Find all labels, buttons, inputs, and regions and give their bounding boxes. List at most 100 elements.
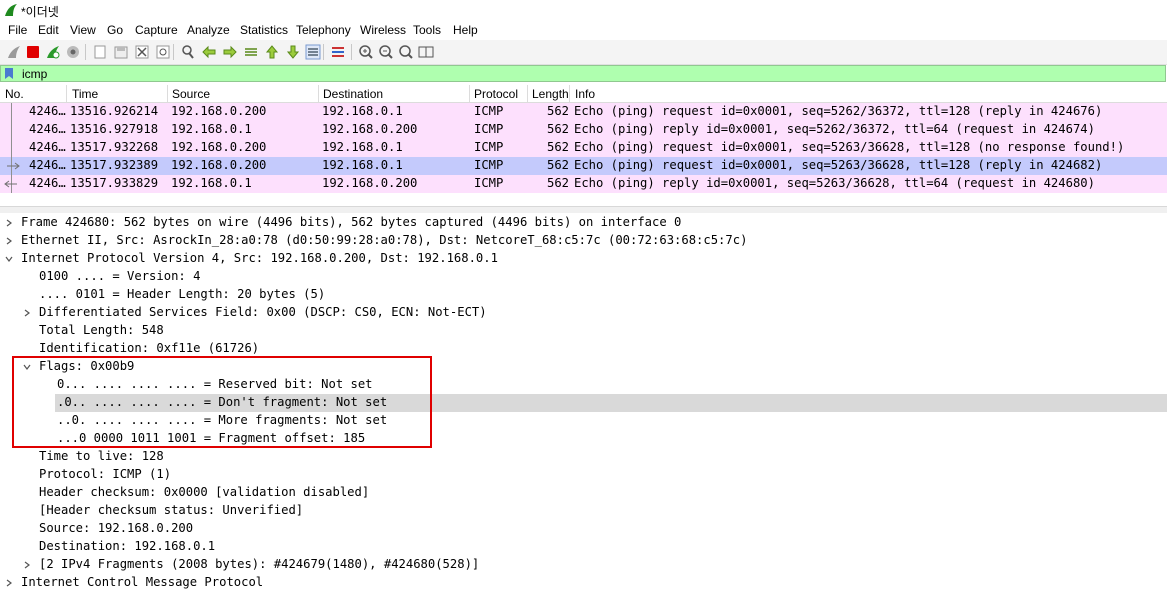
menu-go[interactable]: Go: [107, 23, 123, 37]
menu-wireless[interactable]: Wireless: [360, 23, 406, 37]
packet-row[interactable]: 4246… 13517.932268 192.168.0.200 192.168.0.…: [0, 139, 1167, 157]
column-separator[interactable]: [318, 85, 319, 102]
detail-row[interactable]: [2 IPv4 Fragments (2008 bytes): #424679(…: [0, 556, 1167, 574]
detail-row[interactable]: Protocol: ICMP (1): [0, 466, 1167, 484]
menu-help[interactable]: Help: [453, 23, 478, 37]
menu-tools[interactable]: Tools: [413, 23, 441, 37]
column-header-length[interactable]: Length: [532, 87, 569, 101]
go-first-icon[interactable]: [264, 44, 280, 60]
close-file-icon[interactable]: [134, 44, 150, 60]
zoom-normal-icon[interactable]: [398, 44, 414, 60]
toolbar-separator: [173, 44, 174, 60]
collapsed-chevron-icon[interactable]: [23, 561, 31, 569]
column-separator[interactable]: [527, 85, 528, 102]
detail-row[interactable]: ..0. .... .... .... = More fragments: No…: [0, 412, 1167, 430]
packet-length: 562: [546, 140, 569, 154]
detail-text: 0... .... .... .... = Reserved bit: Not …: [57, 377, 373, 391]
column-header-time[interactable]: Time: [72, 87, 98, 101]
detail-row[interactable]: Source: 192.168.0.200: [0, 520, 1167, 538]
menu-edit[interactable]: Edit: [38, 23, 59, 37]
reload-file-icon[interactable]: [155, 44, 171, 60]
detail-text: 0100 .... = Version: 4: [39, 269, 201, 283]
collapsed-chevron-icon[interactable]: [5, 219, 13, 227]
detail-row[interactable]: Flags: 0x00b9: [0, 358, 1167, 376]
detail-row[interactable]: Identification: 0xf11e (61726): [0, 340, 1167, 358]
request-arrow-icon: [7, 162, 20, 170]
packet-info: Echo (ping) request id=0x0001, seq=5263/…: [574, 158, 1103, 172]
detail-row[interactable]: Frame 424680: 562 bytes on wire (4496 bi…: [0, 214, 1167, 232]
detail-row[interactable]: 0100 .... = Version: 4: [0, 268, 1167, 286]
toolbar-separator: [85, 44, 86, 60]
detail-row[interactable]: Internet Protocol Version 4, Src: 192.16…: [0, 250, 1167, 268]
detail-row[interactable]: .0.. .... .... .... = Don't fragment: No…: [55, 394, 1167, 412]
detail-text: [Header checksum status: Unverified]: [39, 503, 304, 517]
column-separator[interactable]: [469, 85, 470, 102]
column-header-source[interactable]: Source: [172, 87, 210, 101]
column-separator[interactable]: [569, 85, 570, 102]
shark-fin-start-icon[interactable]: [6, 44, 22, 60]
menu-view[interactable]: View: [70, 23, 96, 37]
capture-options-icon[interactable]: [65, 44, 81, 60]
menu-statistics[interactable]: Statistics: [240, 23, 288, 37]
column-header-destination[interactable]: Destination: [323, 87, 383, 101]
column-separator[interactable]: [66, 85, 67, 102]
collapsed-chevron-icon[interactable]: [5, 237, 13, 245]
display-filter-bar[interactable]: icmp: [0, 65, 1166, 82]
detail-row[interactable]: .... 0101 = Header Length: 20 bytes (5): [0, 286, 1167, 304]
zoom-out-icon[interactable]: [378, 44, 394, 60]
restart-capture-icon[interactable]: [45, 44, 61, 60]
packet-length: 562: [546, 104, 569, 118]
go-back-icon[interactable]: [201, 44, 217, 60]
detail-text: Destination: 192.168.0.1: [39, 539, 216, 553]
packet-source: 192.168.0.200: [171, 158, 267, 172]
go-last-icon[interactable]: [285, 44, 301, 60]
packet-source: 192.168.0.200: [171, 140, 267, 154]
menu-file[interactable]: File: [8, 23, 27, 37]
detail-text: Identification: 0xf11e (61726): [39, 341, 260, 355]
detail-row[interactable]: 0... .... .... .... = Reserved bit: Not …: [0, 376, 1167, 394]
detail-row[interactable]: Internet Control Message Protocol: [0, 574, 1167, 592]
detail-row[interactable]: Differentiated Services Field: 0x00 (DSC…: [0, 304, 1167, 322]
detail-text: Flags: 0x00b9: [39, 359, 135, 373]
detail-row[interactable]: Destination: 192.168.0.1: [0, 538, 1167, 556]
colorize-icon[interactable]: [330, 44, 346, 60]
packet-row[interactable]: 4246… 13517.933829 192.168.0.1 192.168.0.20…: [0, 175, 1167, 193]
detail-row[interactable]: Time to live: 128: [0, 448, 1167, 466]
zoom-in-icon[interactable]: [358, 44, 374, 60]
find-packet-icon[interactable]: [180, 44, 196, 60]
stop-capture-icon[interactable]: [25, 44, 41, 60]
display-filter-input[interactable]: icmp: [22, 67, 47, 81]
menu-capture[interactable]: Capture: [135, 23, 178, 37]
menu-telephony[interactable]: Telephony: [296, 23, 351, 37]
go-forward-icon[interactable]: [222, 44, 238, 60]
save-file-icon[interactable]: [113, 44, 129, 60]
open-file-icon[interactable]: [92, 44, 108, 60]
column-header-protocol[interactable]: Protocol: [474, 87, 518, 101]
menu-analyze[interactable]: Analyze: [187, 23, 230, 37]
autoscroll-icon[interactable]: [305, 44, 321, 60]
detail-row[interactable]: Ethernet II, Src: AsrockIn_28:a0:78 (d0:…: [0, 232, 1167, 250]
expanded-chevron-icon[interactable]: [23, 363, 31, 371]
toolbar-separator: [351, 44, 352, 60]
packet-row[interactable]: 4246… 13516.927918 192.168.0.1 192.168.0.20…: [0, 121, 1167, 139]
detail-text: Ethernet II, Src: AsrockIn_28:a0:78 (d0:…: [21, 233, 748, 247]
detail-row[interactable]: [Header checksum status: Unverified]: [0, 502, 1167, 520]
packet-row[interactable]: 4246… 13516.926214 192.168.0.200 192.168.0.…: [0, 103, 1167, 121]
detail-row[interactable]: Header checksum: 0x0000 [validation disa…: [0, 484, 1167, 502]
collapsed-chevron-icon[interactable]: [5, 579, 13, 587]
detail-row[interactable]: Total Length: 548: [0, 322, 1167, 340]
bookmark-icon[interactable]: [5, 68, 13, 79]
column-separator[interactable]: [167, 85, 168, 102]
go-to-packet-icon[interactable]: [243, 44, 259, 60]
detail-row[interactable]: ...0 0000 1011 1001 = Fragment offset: 1…: [0, 430, 1167, 448]
packet-info: Echo (ping) request id=0x0001, seq=5262/…: [574, 104, 1103, 118]
detail-text: .... 0101 = Header Length: 20 bytes (5): [39, 287, 326, 301]
resize-columns-icon[interactable]: [418, 44, 434, 60]
window-title: *이더넷: [21, 5, 59, 19]
expanded-chevron-icon[interactable]: [5, 255, 13, 263]
column-header-no[interactable]: No.: [5, 87, 24, 101]
reply-arrow-icon: [4, 180, 17, 188]
collapsed-chevron-icon[interactable]: [23, 309, 31, 317]
column-header-info[interactable]: Info: [575, 87, 595, 101]
packet-row[interactable]: 4246… 13517.932389 192.168.0.200 192.168.0.…: [0, 157, 1167, 175]
